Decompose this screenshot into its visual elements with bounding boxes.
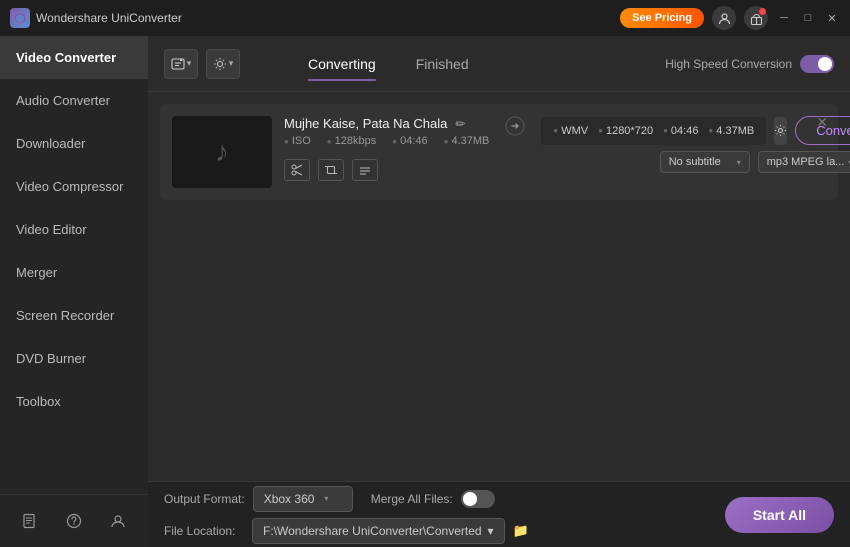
folder-browse-icon[interactable]: 📁 — [513, 523, 529, 539]
main-layout: Video Converter Audio Converter Download… — [0, 36, 850, 547]
titlebar-controls: See Pricing ─ □ ✕ — [620, 6, 840, 30]
user-icon[interactable] — [712, 6, 736, 30]
high-speed-label: High Speed Conversion — [665, 57, 792, 71]
output-format-row: Output Format: Xbox 360 ▾ Merge All File… — [164, 486, 529, 512]
sidebar-label-dvd-burner: DVD Burner — [16, 351, 86, 366]
source-size: ● 4.37MB — [444, 135, 490, 147]
output-duration: ● 04:46 — [663, 125, 698, 137]
see-pricing-button[interactable]: See Pricing — [620, 8, 704, 28]
add-dropdown-arrow: ▾ — [187, 58, 192, 69]
tab-finished[interactable]: Finished — [396, 48, 489, 80]
file-tools — [284, 159, 489, 181]
source-duration: ● 04:46 — [392, 135, 427, 147]
tabs: Converting Finished — [288, 48, 489, 80]
sidebar-item-screen-recorder[interactable]: Screen Recorder — [0, 294, 148, 337]
sidebar-label-toolbox: Toolbox — [16, 394, 61, 409]
output-format-chevron-icon: ▾ — [324, 494, 328, 503]
sidebar-item-downloader[interactable]: Downloader — [0, 122, 148, 165]
add-file-button[interactable]: ▾ — [164, 49, 198, 79]
file-source-meta: ● ISO ● 128kbps ● 04:46 ● 4.37MB — [284, 135, 489, 147]
edit-icon[interactable]: ✏ — [455, 117, 465, 131]
merge-toggle[interactable] — [461, 490, 495, 508]
file-output: ● WMV ● 1280*720 ● 04:46 ● 4.37MB Conver… — [541, 116, 850, 173]
gift-icon[interactable] — [744, 6, 768, 30]
topbar-actions: ▾ ▾ — [164, 49, 240, 79]
sidebar-item-toolbox[interactable]: Toolbox — [0, 380, 148, 423]
app-logo-icon — [10, 8, 30, 28]
crop-tool-button[interactable] — [318, 159, 344, 181]
source-bitrate: ● 128kbps — [327, 135, 376, 147]
content-area: ▾ ▾ Converting Finished — [148, 36, 850, 547]
output-size: ● 4.37MB — [708, 125, 754, 137]
file-list: ♪ Mujhe Kaise, Pata Na Chala ✏ ● ISO ● 1… — [148, 92, 850, 481]
sidebar-item-video-converter[interactable]: Video Converter — [0, 36, 148, 79]
sidebar-item-video-compressor[interactable]: Video Compressor — [0, 165, 148, 208]
sidebar-label-audio-converter: Audio Converter — [16, 93, 110, 108]
sidebar-label-screen-recorder: Screen Recorder — [16, 308, 114, 323]
output-format-dropdown[interactable]: Xbox 360 ▾ — [253, 486, 353, 512]
sidebar-label-merger: Merger — [16, 265, 57, 280]
start-all-area: Start All — [725, 497, 834, 533]
tab-converting[interactable]: Converting — [288, 48, 396, 80]
minimize-button[interactable]: ─ — [776, 10, 792, 26]
source-format: ● ISO — [284, 135, 311, 147]
close-button[interactable]: ✕ — [824, 10, 840, 26]
merge-toggle-area: Merge All Files: — [371, 490, 495, 508]
bottom-fields: Output Format: Xbox 360 ▾ Merge All File… — [164, 486, 529, 544]
cut-tool-button[interactable] — [284, 159, 310, 181]
file-location-chevron-icon: ▾ — [488, 524, 494, 538]
sidebar-label-video-converter: Video Converter — [16, 50, 116, 65]
subtitle-tool-button[interactable] — [352, 159, 378, 181]
sidebar-item-audio-converter[interactable]: Audio Converter — [0, 79, 148, 122]
app-logo-area: Wondershare UniConverter — [10, 8, 620, 28]
maximize-button[interactable]: □ — [800, 10, 816, 26]
subtitle-dropdown[interactable]: No subtitle ▾ — [660, 151, 750, 173]
format-dropdown[interactable]: mp3 MPEG la... ▾ — [758, 151, 850, 173]
remove-file-button[interactable]: ✕ — [816, 114, 828, 131]
sidebar-item-merger[interactable]: Merger — [0, 251, 148, 294]
settings-dropdown-arrow: ▾ — [229, 58, 234, 69]
question-icon[interactable] — [60, 507, 88, 535]
output-format-label: Output Format: — [164, 492, 245, 506]
output-meta: ● WMV ● 1280*720 ● 04:46 ● 4.37MB — [541, 117, 766, 145]
help-book-icon[interactable] — [16, 507, 44, 535]
sidebar-label-video-compressor: Video Compressor — [16, 179, 123, 194]
file-location-dropdown[interactable]: F:\Wondershare UniConverter\Converted ▾ — [252, 518, 505, 544]
sidebar-item-video-editor[interactable]: Video Editor — [0, 208, 148, 251]
subtitle-chevron-icon: ▾ — [737, 158, 741, 167]
file-location-row: File Location: F:\Wondershare UniConvert… — [164, 518, 529, 544]
sidebar-label-video-editor: Video Editor — [16, 222, 87, 237]
output-resolution: ● 1280*720 — [598, 125, 653, 137]
file-title-row: Mujhe Kaise, Pata Na Chala ✏ — [284, 116, 489, 131]
sidebar: Video Converter Audio Converter Download… — [0, 36, 148, 547]
file-info: Mujhe Kaise, Pata Na Chala ✏ ● ISO ● 128… — [284, 116, 489, 181]
titlebar: Wondershare UniConverter See Pricing ─ □… — [0, 0, 850, 36]
convert-arrow-area — [501, 116, 529, 136]
output-dropdowns: No subtitle ▾ mp3 MPEG la... ▾ — [660, 151, 850, 173]
sidebar-bottom-icons — [0, 494, 148, 547]
merge-label: Merge All Files: — [371, 492, 453, 506]
file-item: ♪ Mujhe Kaise, Pata Na Chala ✏ ● ISO ● 1… — [160, 104, 838, 200]
profile-icon[interactable] — [104, 507, 132, 535]
bottom-bar: Output Format: Xbox 360 ▾ Merge All File… — [148, 481, 850, 547]
sidebar-label-downloader: Downloader — [16, 136, 85, 151]
file-title: Mujhe Kaise, Pata Na Chala — [284, 116, 447, 131]
output-format: ● WMV — [553, 125, 588, 137]
start-all-button[interactable]: Start All — [725, 497, 834, 533]
file-thumbnail: ♪ — [172, 116, 272, 188]
file-location-label: File Location: — [164, 524, 244, 538]
app-title: Wondershare UniConverter — [36, 11, 182, 25]
sidebar-item-dvd-burner[interactable]: DVD Burner — [0, 337, 148, 380]
settings-button[interactable]: ▾ — [206, 49, 240, 79]
high-speed-toggle[interactable] — [800, 55, 834, 73]
output-settings-button[interactable] — [774, 117, 787, 145]
topbar: ▾ ▾ Converting Finished — [148, 36, 850, 92]
